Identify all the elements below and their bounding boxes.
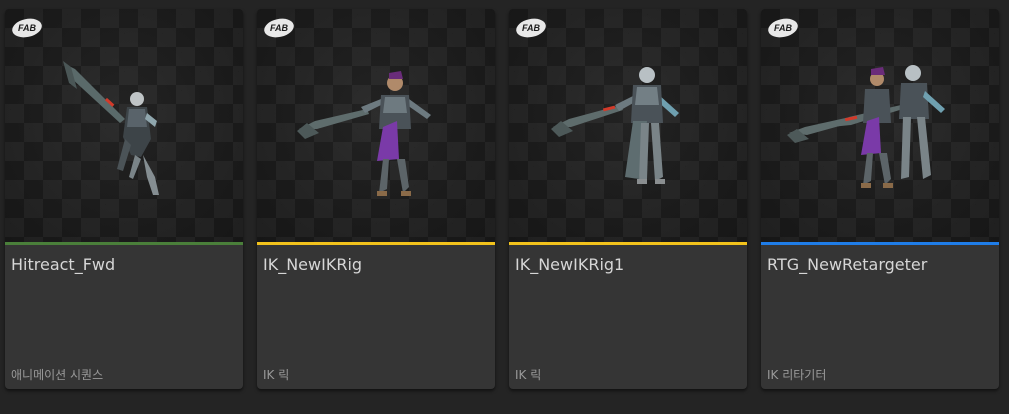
asset-grid: FAB Hitreact_Fwd 애니메이션 시퀀스 FAB IK_NewIKR…	[0, 0, 1009, 414]
asset-name: Hitreact_Fwd	[11, 255, 116, 274]
asset-thumbnail: FAB	[257, 9, 495, 242]
asset-thumbnail: FAB	[761, 9, 999, 242]
svg-text:FAB: FAB	[522, 23, 541, 33]
asset-thumbnail: FAB	[5, 9, 243, 242]
asset-name: RTG_NewRetargeter	[767, 255, 928, 274]
asset-card-ik-newikrig1[interactable]: FAB IK_NewIKRig1 IK 릭	[509, 9, 747, 389]
asset-type-bar	[257, 242, 495, 245]
asset-type-label: IK 릭	[515, 368, 542, 382]
asset-type-label: 애니메이션 시퀀스	[11, 368, 104, 382]
asset-name: IK_NewIKRig	[263, 255, 363, 274]
asset-type-label: IK 릭	[263, 368, 290, 382]
fab-logo-icon: FAB	[516, 18, 546, 38]
asset-card-hitreact-fwd[interactable]: FAB Hitreact_Fwd 애니메이션 시퀀스	[5, 9, 243, 389]
asset-card-rtg-newretargeter[interactable]: FAB RTG_NewRetargeter IK 리타기터	[761, 9, 999, 389]
fab-logo-icon: FAB	[768, 18, 798, 38]
character-preview-icon	[787, 65, 945, 188]
fab-logo-icon: FAB	[12, 18, 42, 38]
svg-text:FAB: FAB	[18, 23, 37, 33]
character-preview-icon	[297, 71, 431, 196]
asset-card-ik-newikrig[interactable]: FAB IK_NewIKRig IK 릭	[257, 9, 495, 389]
asset-type-bar	[5, 242, 243, 245]
svg-text:FAB: FAB	[270, 23, 289, 33]
asset-name: IK_NewIKRig1	[515, 255, 625, 274]
character-preview-icon	[551, 67, 679, 184]
asset-type-bar	[509, 242, 747, 245]
asset-thumbnail: FAB	[509, 9, 747, 242]
fab-logo-icon: FAB	[264, 18, 294, 38]
character-preview-icon	[63, 61, 159, 195]
asset-type-label: IK 리타기터	[767, 368, 827, 382]
asset-type-bar	[761, 242, 999, 245]
svg-text:FAB: FAB	[774, 23, 793, 33]
